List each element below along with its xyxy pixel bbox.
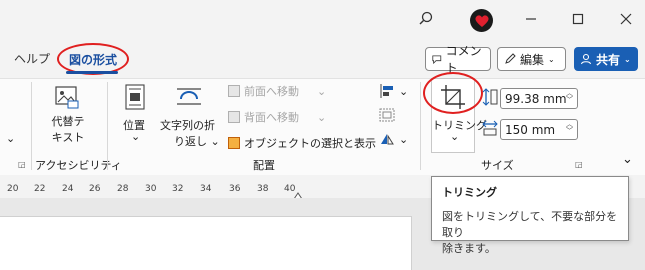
accessibility-group-label: アクセシビリティ (35, 159, 122, 172)
dialog-launcher-icon[interactable]: ◲ (18, 160, 26, 169)
ruler-tick: 36 (229, 184, 241, 194)
group-separator (31, 82, 32, 170)
dialog-launcher-icon[interactable]: ◲ (575, 160, 583, 169)
ruler-tick: 34 (200, 184, 212, 194)
document-page[interactable] (0, 216, 412, 270)
selection-pane-button[interactable]: オブジェクトの選択と表示 (228, 135, 376, 151)
wrap-text-button[interactable]: 文字列の折 り返し ⌄ (160, 117, 220, 149)
comment-label: コメント (445, 44, 482, 75)
edit-label: 編集 (520, 52, 545, 67)
wrap-text-icon (175, 86, 203, 111)
tooltip-body-line1: 図をトリミングして、不要な部分を取り (442, 210, 618, 239)
chevron-down-icon: ⌄ (624, 54, 631, 64)
ruler-tick: 28 (117, 184, 129, 194)
send-backward-icon (228, 111, 240, 123)
group-objects-icon (379, 108, 395, 122)
height-icon (482, 88, 498, 109)
tab-picture-format-label: 図の形式 (68, 52, 117, 67)
bring-forward-label: 前面へ移動 (244, 85, 299, 98)
comment-icon (432, 55, 442, 64)
chevron-down-icon: ⌄ (399, 132, 409, 146)
group-objects-button[interactable] (379, 108, 408, 122)
chevron-down-icon: ⌄ (548, 54, 555, 64)
width-icon (482, 120, 498, 139)
chevron-down-icon: ⌄ (317, 84, 327, 98)
chevron-down-icon[interactable]: ⌄ (6, 132, 15, 145)
pencil-icon (505, 53, 516, 64)
ruler-tick: 24 (62, 184, 74, 194)
alt-text-label-1: 代替テ (51, 115, 85, 128)
tab-help[interactable]: ヘルプ (14, 50, 50, 67)
group-separator (107, 82, 108, 170)
avatar[interactable] (470, 9, 493, 32)
position-icon (123, 84, 147, 113)
alt-text-icon (54, 84, 80, 113)
ruler-tick: 30 (145, 184, 157, 194)
height-value: 99.38 mm (505, 91, 567, 106)
ruler-tick: 26 (89, 184, 101, 194)
align-icon (380, 84, 393, 98)
bring-forward-icon (228, 85, 240, 97)
ruler-tick: 38 (257, 184, 269, 194)
share-button[interactable]: 共有 ⌄ (574, 47, 638, 71)
send-backward-button[interactable]: 背面へ移動 ⌄ (228, 109, 326, 125)
ruler-tick: 22 (34, 184, 46, 194)
crop-tooltip: トリミング 図をトリミングして、不要な部分を取り 除きます。 (431, 176, 629, 255)
chevron-down-icon: ⌄ (210, 135, 220, 148)
wrap-text-label-1: 文字列の折 (160, 119, 215, 132)
share-label: 共有 (596, 52, 621, 67)
maximize-icon[interactable] (562, 8, 594, 30)
height-spinner[interactable]: ︿ ﹀ (566, 90, 573, 104)
wrap-text-label-2: り返し (174, 135, 207, 148)
selection-pane-icon (228, 137, 240, 149)
width-value: 150 mm (505, 122, 556, 137)
alt-text-label-2: キスト (51, 131, 85, 144)
chevron-down-icon: ⌄ (399, 84, 409, 98)
width-spinner[interactable]: ︿ ﹀ (566, 121, 573, 135)
chevron-down-icon: ⌄ (317, 110, 327, 124)
chevron-down-icon[interactable]: ⌄ (450, 130, 459, 143)
tooltip-body-line2: 除きます。 (442, 242, 496, 255)
comment-button[interactable]: コメント (425, 44, 491, 75)
close-icon[interactable] (610, 8, 642, 30)
title-bar (0, 0, 645, 42)
crop-label: トリミング (432, 119, 487, 132)
minimize-icon[interactable] (515, 8, 547, 30)
arrange-small-buttons: ⌄ ⌄ (379, 84, 408, 146)
group-separator (420, 82, 421, 170)
ruler-tick: 32 (172, 184, 184, 194)
crop-highlight-circle (423, 72, 483, 114)
align-button[interactable]: ⌄ (379, 84, 408, 98)
edit-button[interactable]: 編集 ⌄ (497, 47, 566, 71)
arrange-group-label: 配置 (253, 159, 275, 172)
alt-text-button[interactable]: 代替テ キスト (47, 113, 89, 145)
share-icon (580, 53, 592, 65)
chevron-down-icon[interactable]: ⌄ (131, 130, 140, 143)
tooltip-title: トリミング (442, 186, 497, 199)
bring-forward-button[interactable]: 前面へ移動 ⌄ (228, 83, 326, 99)
selection-pane-label: オブジェクトの選択と表示 (244, 137, 376, 150)
ruler-tick: 20 (7, 184, 19, 194)
active-tab-indicator (66, 71, 118, 74)
search-icon[interactable] (410, 8, 442, 30)
rotate-icon (381, 134, 394, 145)
collapse-ribbon-icon[interactable]: ⌄ (622, 152, 633, 167)
size-group-label: サイズ (481, 159, 514, 172)
send-backward-label: 背面へ移動 (244, 111, 299, 124)
rotate-button[interactable]: ⌄ (379, 132, 408, 146)
